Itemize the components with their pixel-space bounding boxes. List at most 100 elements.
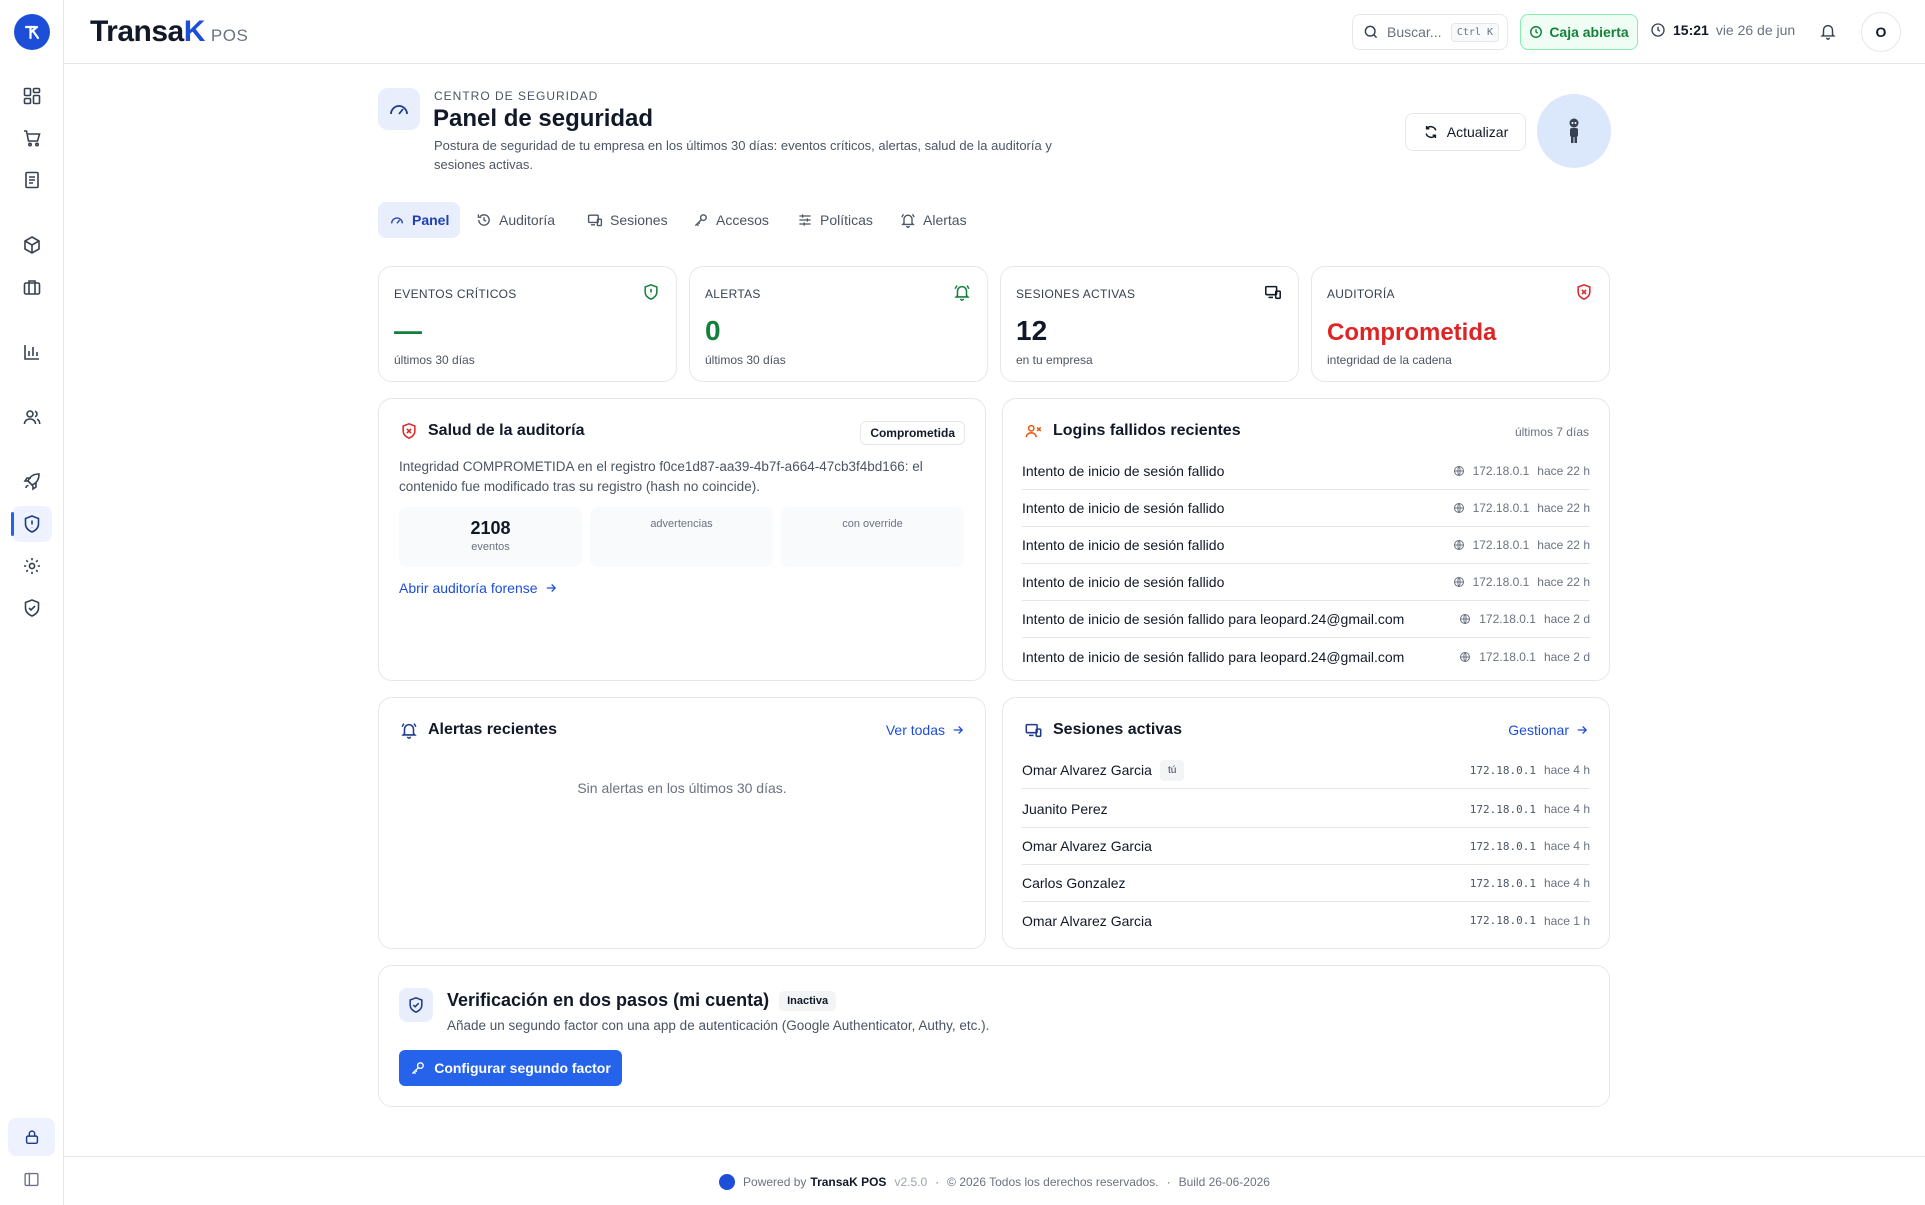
two-factor-header: Verificación en dos pasos (mi cuenta) In… <box>447 990 837 1011</box>
kpi-value: — <box>394 315 422 346</box>
app-logo-icon[interactable] <box>14 14 50 50</box>
list-item[interactable]: Intento de inicio de sesión fallido 172.1… <box>1022 564 1590 601</box>
shield-x-icon <box>402 422 416 440</box>
notifications-bell-icon[interactable] <box>1819 22 1837 40</box>
top-bar: TransaK POS Buscar... Ctrl K Caja abierta… <box>64 0 1925 64</box>
list-item[interactable]: Intento de inicio de sesión fallido 172.1… <box>1022 453 1590 490</box>
briefcase-icon[interactable] <box>19 274 45 300</box>
ip-address: 172.18.0.1 <box>1472 501 1530 515</box>
search-input[interactable]: Buscar... Ctrl K <box>1352 14 1508 50</box>
ip-address: 172.18.0.1 <box>1469 839 1536 853</box>
session-row[interactable]: Omar Alvarez Garcia 172.18.0.1 hace 1 h <box>1022 902 1590 939</box>
search-shortcut: Ctrl K <box>1450 22 1499 42</box>
arrow-right-icon <box>1577 726 1588 734</box>
session-row[interactable]: Omar Alvarez Garcia 172.18.0.1 hace 4 h <box>1022 828 1590 865</box>
failed-login-text: Intento de inicio de sesión fallido <box>1022 574 1225 590</box>
ip-address: 172.18.0.1 <box>1469 914 1536 927</box>
tab-panel[interactable]: Panel <box>378 202 461 238</box>
page-title: Panel de seguridad <box>433 105 654 132</box>
tab-auditoria[interactable]: Auditoría <box>465 202 566 238</box>
page-description: Postura de seguridad de tu empresa en lo… <box>434 138 1052 172</box>
footer-separator: · <box>935 1175 940 1189</box>
users-icon[interactable] <box>19 404 45 430</box>
failed-login-text: Intento de inicio de sesión fallido <box>1022 537 1225 553</box>
ip-address: 172.18.0.1 <box>1469 802 1536 816</box>
list-item[interactable]: Intento de inicio de sesión fallido para… <box>1022 638 1590 675</box>
kpi-subtitle: en tu empresa <box>1016 353 1093 367</box>
globe-icon <box>1453 465 1464 477</box>
tab-alertas[interactable]: Alertas <box>889 202 978 238</box>
time-ago: hace 4 h <box>1543 839 1590 853</box>
session-user: Juanito Perez <box>1022 801 1108 817</box>
dashboard-icon[interactable] <box>19 83 45 109</box>
failed-login-meta: 172.18.0.1 hace 22 h <box>1453 464 1590 478</box>
tab-accesos[interactable]: Accesos <box>682 202 780 238</box>
footer-version: v2.5.0 <box>894 1175 928 1189</box>
tab-accesos-label: Accesos <box>716 212 769 228</box>
kpi-value: 12 <box>1016 315 1048 346</box>
forensic-audit-link[interactable]: Abrir auditoría forense <box>399 580 558 596</box>
manage-sessions-link[interactable]: Gestionar <box>1508 722 1589 738</box>
clock-circle-icon <box>1530 26 1543 38</box>
audit-health-card: Salud de la auditoría Comprometida Integ… <box>378 398 986 681</box>
sidebar-toggle-icon[interactable] <box>23 1171 40 1188</box>
shield-icon[interactable] <box>11 506 52 542</box>
ip-address: 172.18.0.1 <box>1472 538 1530 552</box>
globe-icon <box>1453 539 1464 551</box>
view-all-alerts-link[interactable]: Ver todas <box>886 722 965 738</box>
kpi-critical-events: EVENTOS CRÍTICOS — últimos 30 días <box>378 266 677 382</box>
list-item[interactable]: Intento de inicio de sesión fallido 172.1… <box>1022 527 1590 564</box>
configure-2fa-button[interactable]: Configurar segundo factor <box>399 1050 622 1086</box>
package-icon[interactable] <box>19 232 45 258</box>
view-all-alerts-label: Ver todas <box>885 722 945 738</box>
footer-separator: · <box>1166 1175 1171 1189</box>
ip-address: 172.18.0.1 <box>1469 876 1536 890</box>
tab-politicas[interactable]: Políticas <box>786 202 884 238</box>
refresh-button[interactable]: Actualizar <box>1405 113 1526 151</box>
tab-politicas-label: Políticas <box>820 212 873 228</box>
shield-alert-icon <box>642 283 660 301</box>
user-avatar[interactable]: O <box>1861 12 1901 52</box>
time-ago: hace 4 h <box>1543 802 1590 816</box>
forensic-audit-link-label: Abrir auditoría forense <box>399 580 538 596</box>
key-icon <box>412 1062 425 1075</box>
failed-logins-title-text: Logins fallidos recientes <box>1053 422 1241 439</box>
session-row[interactable]: Carlos Gonzalez 172.18.0.1 hace 4 h <box>1022 865 1590 902</box>
session-row[interactable]: Juanito Perez 172.18.0.1 hace 4 h <box>1022 791 1590 828</box>
chart-icon[interactable] <box>19 339 45 365</box>
app-logo-icon <box>719 1174 736 1190</box>
kpi-value: Comprometida <box>1327 319 1497 346</box>
time-ago: hace 4 h <box>1543 876 1590 890</box>
user-x-icon <box>1025 424 1042 438</box>
time-ago: hace 1 h <box>1543 913 1590 928</box>
active-sessions-title: Sesiones activas <box>1024 721 1182 739</box>
cash-status-button[interactable]: Caja abierta <box>1520 14 1638 50</box>
list-item[interactable]: Intento de inicio de sesión fallido para… <box>1022 601 1590 638</box>
kpi-label: ALERTAS <box>705 287 761 301</box>
footer-powered: Powered by <box>743 1175 807 1189</box>
shield-check-icon[interactable] <box>19 595 45 621</box>
sliders-icon <box>799 214 811 226</box>
failed-login-meta: 172.18.0.1 hace 22 h <box>1453 538 1590 552</box>
session-user: Carlos Gonzalez <box>1022 875 1126 891</box>
session-user: Omar Alvarez Garcia <box>1022 912 1152 929</box>
time-ago: hace 22 h <box>1537 538 1590 552</box>
cart-icon[interactable] <box>19 125 45 151</box>
bell-ring-icon <box>953 283 971 301</box>
receipt-icon[interactable] <box>19 167 45 193</box>
bell-ring-icon <box>901 213 915 228</box>
session-row[interactable]: Omar Alvarez Garcia tú 172.18.0.1 hace 4 h <box>1022 752 1590 789</box>
brand-wordmark[interactable]: TransaK POS <box>90 15 248 49</box>
list-item[interactable]: Intento de inicio de sesión fallido 172.1… <box>1022 490 1590 527</box>
lock-icon[interactable] <box>8 1118 55 1156</box>
time-ago: hace 22 h <box>1537 501 1590 515</box>
rocket-icon[interactable] <box>19 469 45 495</box>
ip-address: 172.18.0.1 <box>1479 612 1536 626</box>
kpi-subtitle: integridad de la cadena <box>1327 353 1452 367</box>
ip-address: 172.18.0.1 <box>1469 763 1536 777</box>
kpi-subtitle: últimos 30 días <box>394 353 475 367</box>
gear-icon[interactable] <box>19 553 45 579</box>
audit-title-text: Salud de la auditoría <box>428 422 585 439</box>
time-ago: hace 2 d <box>1543 649 1590 664</box>
tab-sesiones[interactable]: Sesiones <box>576 202 679 238</box>
